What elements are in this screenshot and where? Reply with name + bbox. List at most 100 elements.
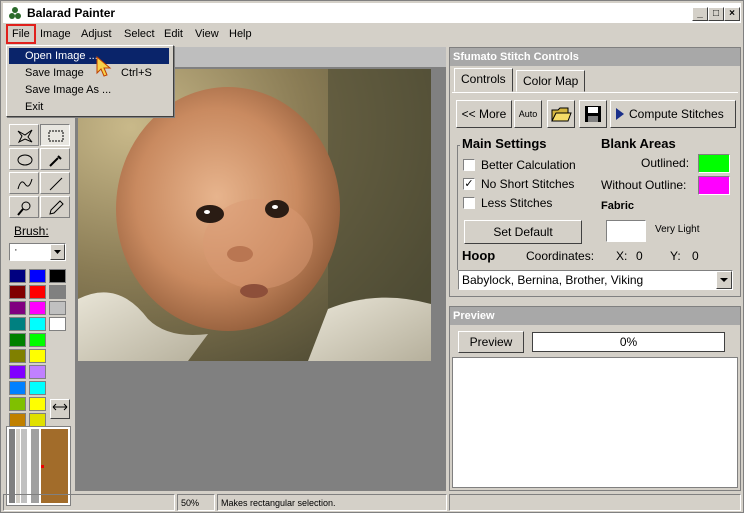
palette-swatch[interactable] [29,285,46,299]
curve-icon [17,178,33,190]
palette-swatch[interactable] [9,301,26,315]
palette-swatch[interactable] [9,365,26,379]
palette-swatch[interactable] [29,301,46,315]
palette-swatch[interactable] [29,317,46,331]
maximize-button[interactable]: □ [708,7,724,21]
palette-swatch[interactable] [9,333,26,347]
palette-swatch[interactable] [29,333,46,347]
close-button[interactable]: × [724,7,740,21]
open-folder-button[interactable] [547,100,575,128]
eyedropper-icon [49,155,62,167]
status-message: Makes rectangular selection. [217,494,447,511]
menu-view[interactable]: View [191,26,223,42]
pencil-icon [49,200,64,215]
compute-stitches-label: Compute Stitches [629,107,724,121]
auto-button[interactable]: Auto [514,100,542,128]
status-panel-blank [3,494,175,511]
menu-item-save-image[interactable]: Save Image Ctrl+S [9,65,169,81]
palette-swatch[interactable] [29,397,46,411]
folder-icon [551,107,572,122]
menu-bar: File Image Adjust Select Edit View Help [3,24,741,44]
line-icon [49,177,63,191]
fabric-color-swatch[interactable] [606,220,646,242]
brush-select[interactable]: · [9,243,66,261]
tab-color-map[interactable]: Color Map [516,70,586,92]
fabric-value: Very Light [655,224,700,235]
x-label: X: [616,249,628,263]
y-label: Y: [670,249,681,263]
hoop-machine-select[interactable]: Babylock, Bernina, Brother, Viking [458,270,733,290]
menu-item-save-image-as[interactable]: Save Image As ... [9,82,169,98]
preview-panel: Preview Preview 0% [449,306,741,491]
main-settings-heading: Main Settings [462,136,547,151]
menu-select[interactable]: Select [120,26,159,42]
palette-swatch[interactable] [29,349,46,363]
palette-swatch[interactable] [49,269,66,283]
without-outline-color-swatch[interactable] [698,176,730,195]
preview-title: Preview [450,307,740,325]
menu-edit[interactable]: Edit [160,26,187,42]
less-stitches-checkbox[interactable] [463,197,475,209]
palette-swatch[interactable] [29,413,46,427]
window-title: Balarad Painter [27,6,116,20]
status-panel-right [449,494,741,511]
palette-swatch[interactable] [9,413,26,427]
palette-swatch[interactable] [9,349,26,363]
file-menu-dropdown: Open Image ... Save Image Ctrl+S Save Ima… [6,45,174,117]
line-tool[interactable] [40,172,70,194]
rect-select-tool[interactable] [40,124,70,146]
panel-title: Sfumato Stitch Controls [450,48,740,66]
no-short-stitches-checkbox[interactable]: ✓ [463,178,475,190]
curve-tool[interactable] [9,172,39,194]
brush-value: · [14,244,18,256]
palette-swatch[interactable] [49,301,66,315]
eyedropper-tool[interactable] [40,148,70,170]
menu-image[interactable]: Image [36,26,75,42]
chevron-down-icon[interactable] [50,244,65,260]
fabric-heading: Fabric [601,200,635,212]
less-stitches-label: Less Stitches [481,196,553,210]
y-value: 0 [692,249,699,263]
save-button[interactable] [579,100,607,128]
palette-swatch[interactable] [9,397,26,411]
save-shortcut: Ctrl+S [121,67,152,79]
set-default-button[interactable]: Set Default [464,220,582,244]
better-calculation-checkbox[interactable] [463,159,475,171]
title-bar[interactable]: Balarad Painter _ □ × [3,3,741,23]
compute-stitches-button[interactable]: Compute Stitches [610,100,736,128]
menu-item-open-image[interactable]: Open Image ... [9,48,169,64]
palette-swatch[interactable] [49,317,66,331]
magnifier-tool[interactable] [9,196,39,218]
preview-progress-bar: 0% [532,332,725,352]
hoop-heading: Hoop [462,248,496,263]
lasso-tool[interactable] [9,124,39,146]
palette-swatch[interactable] [29,269,46,283]
minimize-button[interactable]: _ [692,7,708,21]
preview-canvas [452,357,738,488]
preview-button[interactable]: Preview [458,331,524,353]
swap-colors-button[interactable] [50,399,70,419]
ellipse-tool[interactable] [9,148,39,170]
palette-swatch[interactable] [9,381,26,395]
tab-controls[interactable]: Controls [454,68,513,92]
more-button[interactable]: << More [456,100,512,128]
chevron-down-icon[interactable] [716,271,732,289]
menu-adjust[interactable]: Adjust [77,26,116,42]
menu-help[interactable]: Help [225,26,256,42]
outlined-color-swatch[interactable] [698,154,730,173]
palette-swatch[interactable] [9,269,26,283]
ellipse-icon [17,154,33,166]
magnifier-icon [17,201,31,216]
pencil-tool[interactable] [40,196,70,218]
palette-swatch[interactable] [29,381,46,395]
palette-swatch[interactable] [49,285,66,299]
menu-item-exit[interactable]: Exit [9,99,169,115]
no-short-stitches-label: No Short Stitches [481,177,575,191]
palette-swatch[interactable] [9,285,26,299]
x-value: 0 [636,249,643,263]
palette-swatch[interactable] [29,365,46,379]
palette-swatch[interactable] [9,317,26,331]
menu-file[interactable]: File [6,24,36,44]
play-arrow-icon [616,108,624,120]
coordinates-label: Coordinates: [526,249,595,263]
